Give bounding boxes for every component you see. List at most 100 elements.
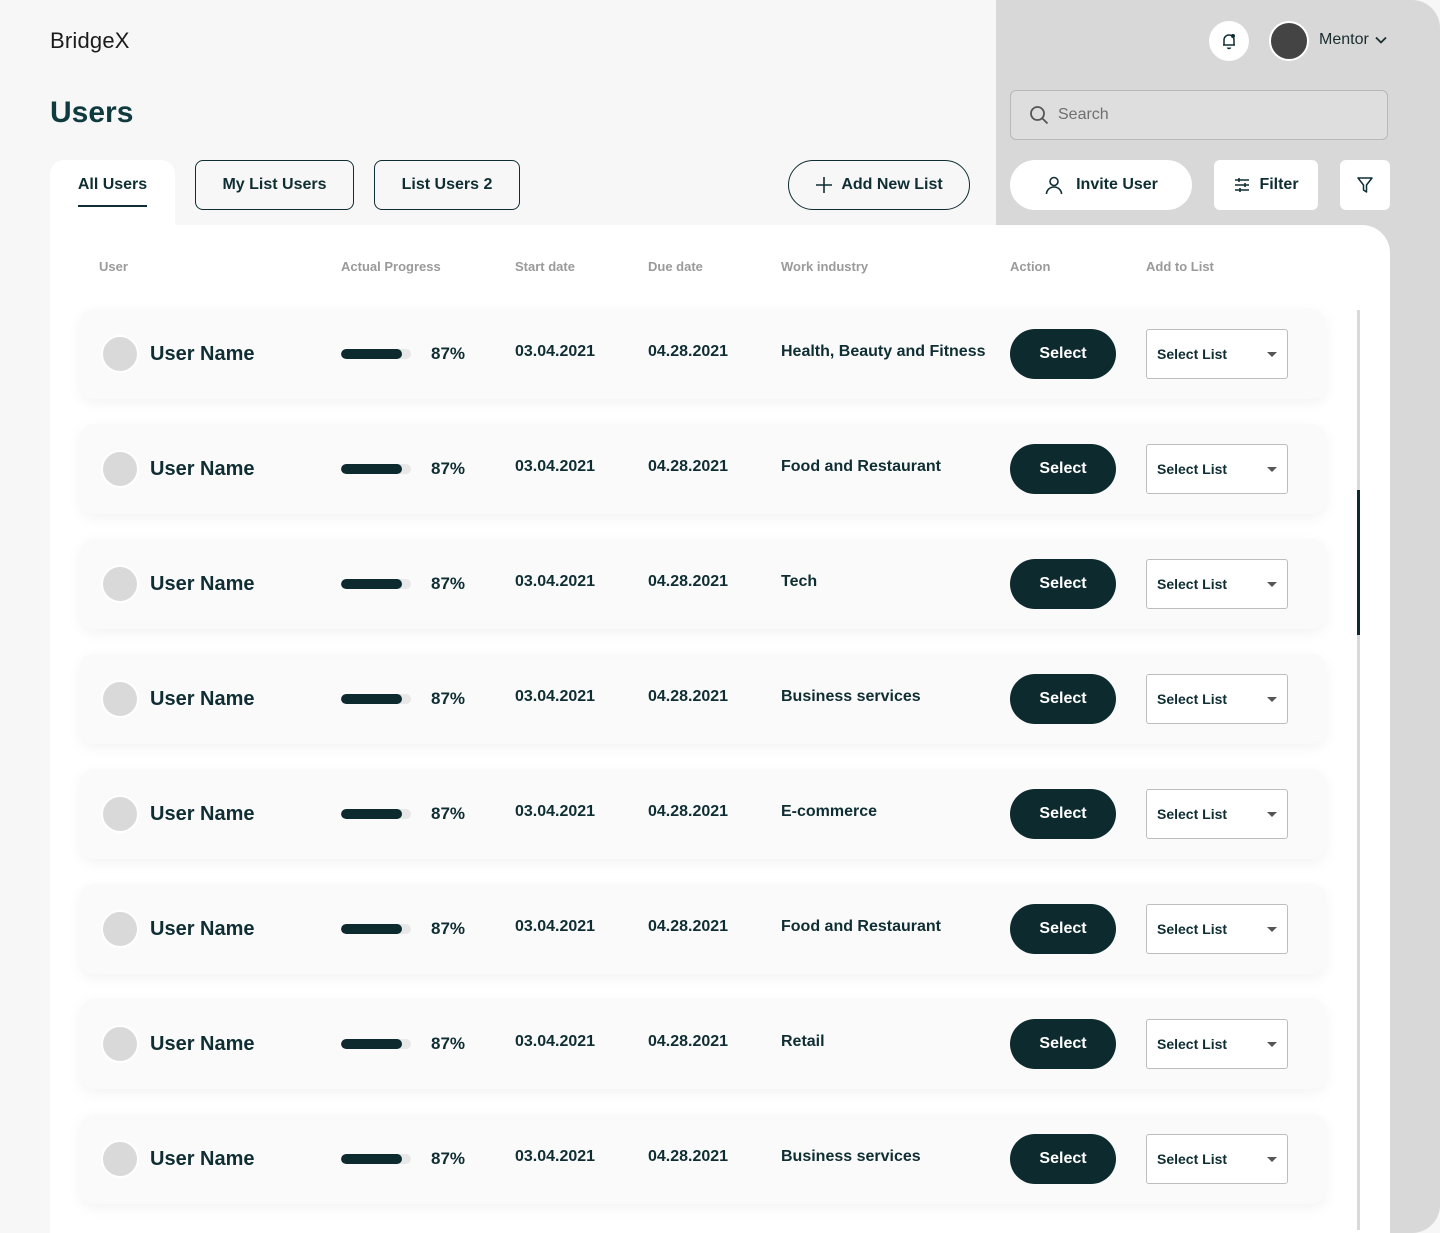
tab-label: All Users — [77, 176, 148, 207]
select-list-dropdown[interactable]: Select List — [1146, 329, 1288, 379]
caret-down-icon — [1267, 811, 1277, 817]
due-date: 04.28.2021 — [648, 1033, 729, 1050]
due-date: 04.28.2021 — [648, 343, 729, 360]
column-header-add-to-list: Add to List — [1146, 259, 1214, 274]
table-row[interactable]: User Name 87% 03.04.2021 04.28.2021 E-commer… — [80, 769, 1326, 859]
progress-fill — [341, 1039, 402, 1049]
caret-down-icon — [1267, 466, 1277, 472]
search-input[interactable] — [1058, 106, 1358, 124]
user-name[interactable]: User Name — [150, 1148, 255, 1171]
user-name[interactable]: User Name — [150, 573, 255, 596]
due-date: 04.28.2021 — [648, 573, 729, 590]
tab-my-list-users[interactable]: My List Users — [195, 160, 354, 210]
work-industry: Food and Restaurant — [781, 918, 942, 935]
select-list-dropdown[interactable]: Select List — [1146, 789, 1288, 839]
work-industry: Food and Restaurant — [781, 458, 942, 475]
add-new-list-button[interactable]: Add New List — [788, 160, 970, 210]
select-list-label: Select List — [1157, 576, 1228, 592]
user-name[interactable]: User Name — [150, 458, 255, 481]
select-button[interactable]: Select — [1010, 674, 1116, 724]
funnel-icon — [1357, 177, 1373, 193]
avatar — [101, 565, 139, 603]
progress-fill — [341, 1154, 402, 1164]
progress-bar — [341, 809, 411, 819]
start-date: 03.04.2021 — [515, 573, 596, 590]
user-name[interactable]: User Name — [150, 343, 255, 366]
progress-fill — [341, 579, 402, 589]
table-row[interactable]: User Name 87% 03.04.2021 04.28.2021 Tech Sele… — [80, 539, 1326, 629]
role-dropdown[interactable]: Mentor — [1319, 31, 1387, 49]
caret-down-icon — [1267, 1041, 1277, 1047]
table-row[interactable]: User Name 87% 03.04.2021 04.28.2021 Business… — [80, 654, 1326, 744]
column-header-action: Action — [1010, 259, 1051, 274]
caret-down-icon — [1267, 1156, 1277, 1162]
start-date: 03.04.2021 — [515, 1033, 596, 1050]
filter-button[interactable]: Filter — [1214, 160, 1318, 210]
select-list-label: Select List — [1157, 921, 1228, 937]
progress-value: 87% — [431, 1034, 466, 1053]
avatar — [101, 680, 139, 718]
search-box — [1010, 90, 1388, 140]
work-industry: Tech — [781, 573, 818, 590]
user-name[interactable]: User Name — [150, 803, 255, 826]
start-date: 03.04.2021 — [515, 918, 596, 935]
column-header-work-industry: Work industry — [781, 259, 869, 274]
select-list-dropdown[interactable]: Select List — [1146, 444, 1288, 494]
user-name[interactable]: User Name — [150, 688, 255, 711]
select-list-dropdown[interactable]: Select List — [1146, 674, 1288, 724]
select-button[interactable]: Select — [1010, 329, 1116, 379]
work-industry: Business services — [781, 688, 921, 705]
filter-label: Filter — [1259, 176, 1299, 193]
table-row[interactable]: User Name 87% 03.04.2021 04.28.2021 Food and… — [80, 424, 1326, 514]
work-industry: Retail — [781, 1033, 825, 1050]
due-date: 04.28.2021 — [648, 458, 729, 475]
start-date: 03.04.2021 — [515, 343, 596, 360]
column-header-due-date: Due date — [648, 259, 703, 274]
select-list-dropdown[interactable]: Select List — [1146, 904, 1288, 954]
role-label: Mentor — [1319, 31, 1369, 48]
select-list-dropdown[interactable]: Select List — [1146, 1134, 1288, 1184]
tab-list-users-2[interactable]: List Users 2 — [374, 160, 520, 210]
invite-user-button[interactable]: Invite User — [1010, 160, 1192, 210]
table-row[interactable]: User Name 87% 03.04.2021 04.28.2021 Food and… — [80, 884, 1326, 974]
start-date: 03.04.2021 — [515, 1148, 596, 1165]
scrollbar[interactable] — [1357, 310, 1360, 1230]
select-button[interactable]: Select — [1010, 444, 1116, 494]
column-header-start-date: Start date — [515, 259, 575, 274]
select-button[interactable]: Select — [1010, 904, 1116, 954]
column-header-user: User — [99, 259, 128, 274]
progress-value: 87% — [431, 919, 466, 938]
select-button[interactable]: Select — [1010, 559, 1116, 609]
avatar — [101, 910, 139, 948]
select-button[interactable]: Select — [1010, 1019, 1116, 1069]
funnel-filter-button[interactable] — [1340, 160, 1390, 210]
caret-down-icon — [1267, 351, 1277, 357]
select-button[interactable]: Select — [1010, 789, 1116, 839]
select-list-label: Select List — [1157, 461, 1228, 477]
progress-fill — [341, 349, 402, 359]
notification-button[interactable] — [1209, 21, 1249, 61]
select-button[interactable]: Select — [1010, 1134, 1116, 1184]
user-name[interactable]: User Name — [150, 1033, 255, 1056]
table-row[interactable]: User Name 87% 03.04.2021 04.28.2021 Retail Se… — [80, 999, 1326, 1089]
user-avatar[interactable] — [1269, 21, 1309, 61]
user-name[interactable]: User Name — [150, 918, 255, 941]
table-header: User Actual Progress Start date Due date… — [0, 259, 1440, 279]
select-list-dropdown[interactable]: Select List — [1146, 559, 1288, 609]
work-industry: Health, Beauty and Fitness — [781, 343, 986, 360]
start-date: 03.04.2021 — [515, 688, 596, 705]
select-list-dropdown[interactable]: Select List — [1146, 1019, 1288, 1069]
avatar — [101, 450, 139, 488]
progress-fill — [341, 694, 402, 704]
progress-bar — [341, 924, 411, 934]
app-logo[interactable]: BridgeX — [50, 28, 130, 54]
table-row[interactable]: User Name 87% 03.04.2021 04.28.2021 Health, … — [80, 309, 1326, 399]
scrollbar-thumb[interactable] — [1357, 490, 1360, 635]
progress-value: 87% — [431, 689, 466, 708]
plus-icon — [816, 177, 833, 193]
column-header-progress: Actual Progress — [341, 259, 441, 274]
table-row[interactable]: User Name 87% 03.04.2021 04.28.2021 Business… — [80, 1114, 1326, 1204]
tab-all-users[interactable]: All Users — [50, 160, 175, 230]
progress-fill — [341, 464, 402, 474]
progress-bar — [341, 1154, 411, 1164]
